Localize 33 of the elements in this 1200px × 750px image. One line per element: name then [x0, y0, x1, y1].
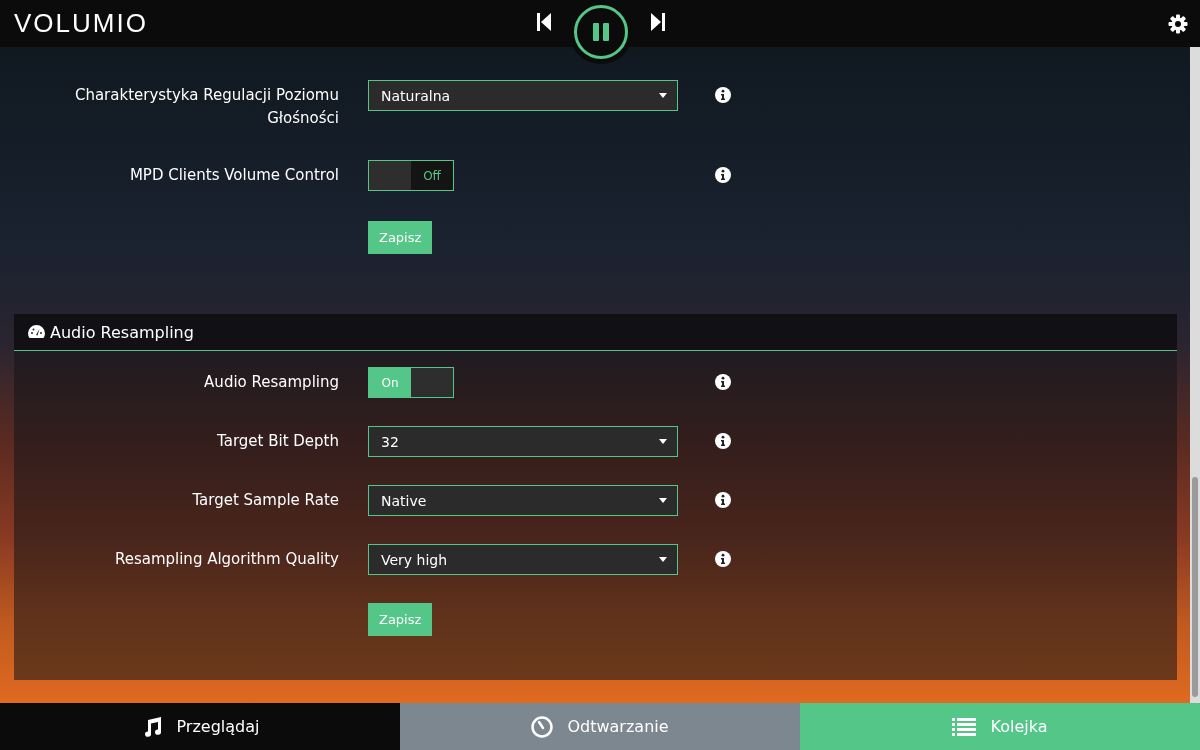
section-title: Audio Resampling — [50, 322, 194, 342]
next-icon[interactable] — [650, 12, 666, 32]
pause-icon — [591, 22, 611, 42]
scrollbar[interactable] — [1190, 47, 1200, 703]
caret-icon — [659, 498, 667, 503]
setting-label: Charakterystyka Regulacji Poziomu Głośności — [73, 85, 339, 129]
setting-label: Resampling Algorithm Quality — [113, 549, 339, 570]
setting-label: Target Sample Rate — [191, 490, 339, 511]
info-icon[interactable] — [715, 374, 731, 390]
previous-icon[interactable] — [536, 12, 552, 32]
caret-icon — [659, 557, 667, 562]
dropdown[interactable]: 32 — [368, 426, 678, 457]
info-icon[interactable] — [715, 167, 731, 183]
info-icon[interactable] — [715, 87, 731, 103]
info-icon[interactable] — [715, 433, 731, 449]
setting-label: Audio Resampling — [203, 372, 339, 393]
logo[interactable]: VOLUMIO — [14, 8, 148, 39]
clock-icon — [531, 715, 554, 738]
dropdown[interactable]: Very high — [368, 544, 678, 575]
list-icon — [952, 716, 977, 737]
nav-tab[interactable]: Przeglądaj — [0, 703, 400, 750]
dropdown[interactable]: Native — [368, 485, 678, 516]
setting-label: Target Bit Depth — [216, 431, 339, 452]
caret-icon — [659, 439, 667, 444]
nav-tab[interactable]: Odtwarzanie — [400, 703, 800, 750]
dashboard-icon — [28, 325, 45, 339]
setting-label: MPD Clients Volume Control — [128, 165, 339, 186]
info-icon[interactable] — [715, 492, 731, 508]
caret-icon — [659, 93, 667, 98]
toggle-switch[interactable]: Off — [368, 160, 454, 191]
info-icon[interactable] — [715, 551, 731, 567]
settings-icon[interactable] — [1168, 13, 1188, 34]
dropdown[interactable]: Naturalna — [368, 80, 678, 111]
